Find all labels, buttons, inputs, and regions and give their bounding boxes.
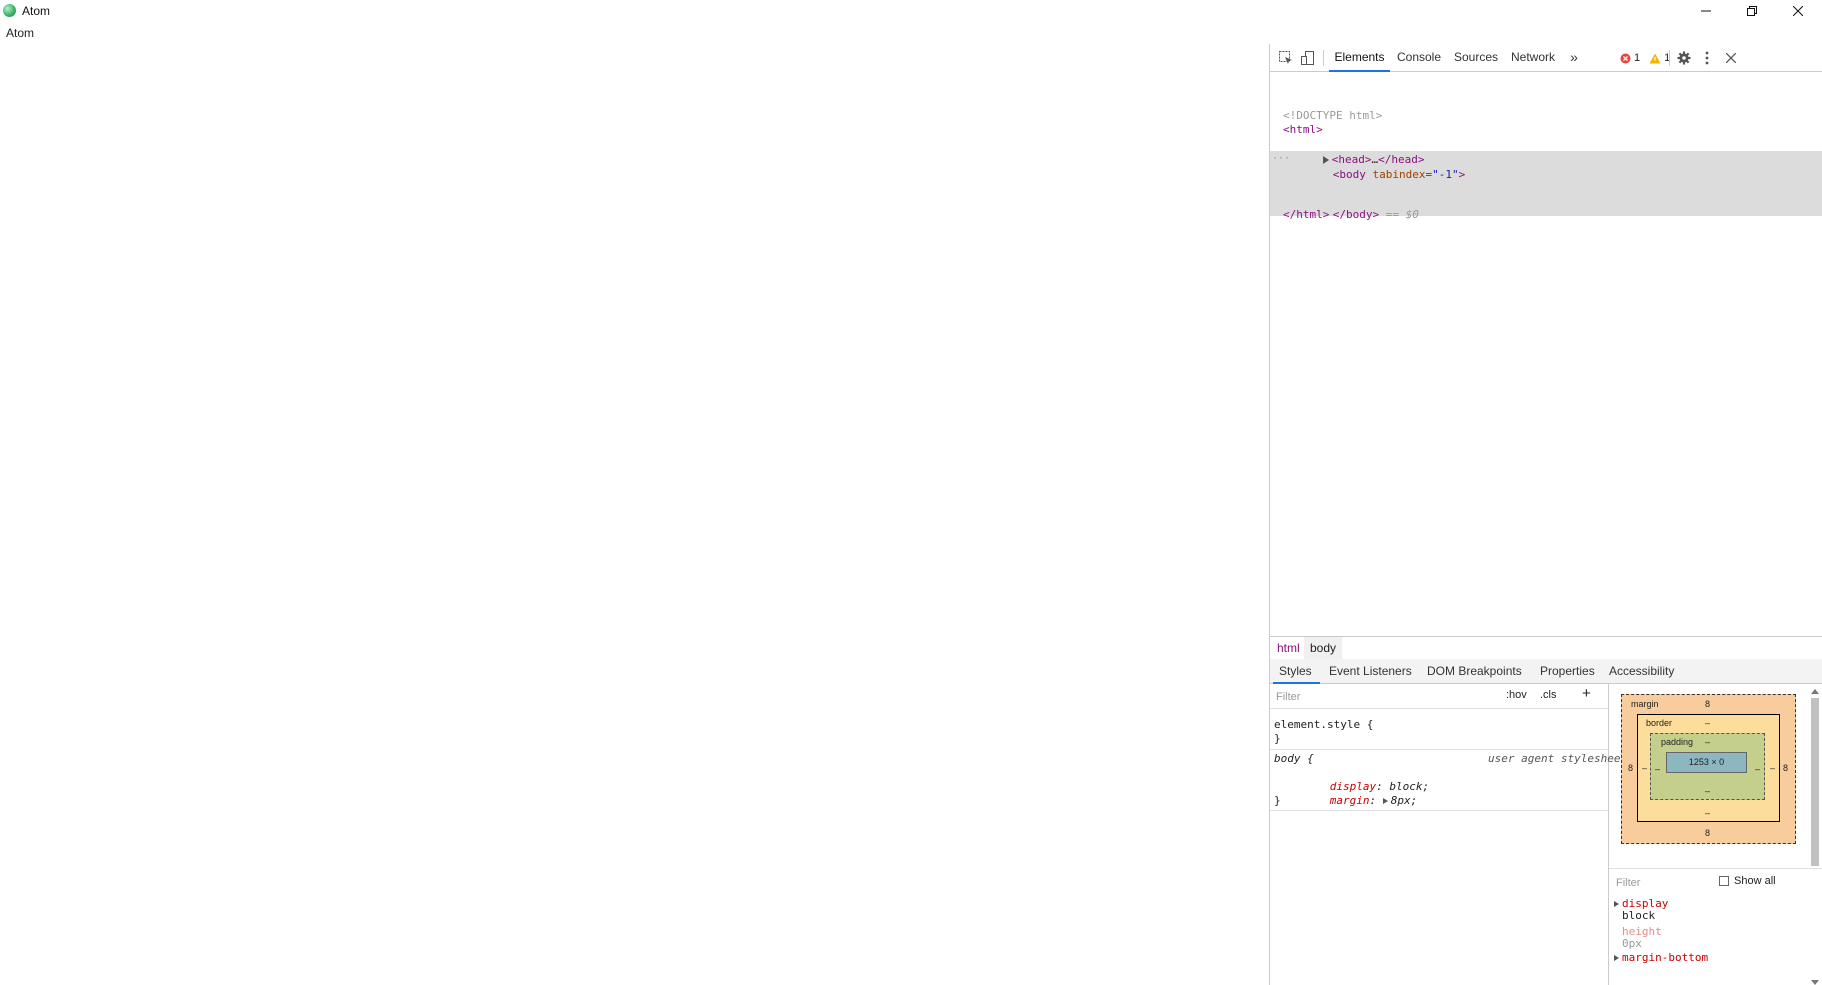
- element-style-selector[interactable]: element.style {: [1274, 718, 1373, 732]
- tab-network[interactable]: Network: [1508, 44, 1558, 71]
- tab-properties[interactable]: Properties: [1540, 659, 1595, 683]
- expand-triangle-icon[interactable]: [1614, 955, 1619, 961]
- box-model-pane: margin 8 8 8 8 border – – – – padding – …: [1609, 684, 1822, 985]
- scroll-up-arrow-icon[interactable]: [1811, 689, 1819, 694]
- show-all-checkbox[interactable]: [1719, 876, 1729, 886]
- computed-value-height: 0px: [1622, 937, 1642, 950]
- computed-filter-input[interactable]: [1614, 874, 1708, 892]
- margin-bottom-value[interactable]: 8: [1705, 828, 1710, 838]
- html-close-tag[interactable]: </html>: [1283, 207, 1329, 222]
- padding-label: padding: [1661, 737, 1694, 747]
- more-tabs-button[interactable]: »: [1564, 44, 1584, 71]
- kebab-menu-icon: [1705, 51, 1709, 65]
- body-rule-selector[interactable]: body {: [1274, 752, 1314, 766]
- close-devtools-button[interactable]: [1722, 49, 1740, 67]
- styles-filter-bar: :hov .cls +: [1270, 684, 1608, 709]
- device-toolbar-button[interactable]: [1299, 49, 1317, 67]
- devtools-toolbar: Elements Console Sources Network » 1 1: [1270, 44, 1822, 72]
- error-icon: [1620, 53, 1631, 63]
- elements-tree: <!DOCTYPE html> <html> <head>…</head> ··…: [1270, 72, 1822, 680]
- atom-app-icon: [3, 4, 16, 17]
- body-open-tag[interactable]: <body tabindex="-1">: [1293, 152, 1465, 181]
- settings-button[interactable]: [1675, 49, 1693, 67]
- tab-event-listeners[interactable]: Event Listeners: [1329, 659, 1412, 683]
- more-options-button[interactable]: [1698, 49, 1716, 67]
- doctype-node[interactable]: <!DOCTYPE html>: [1283, 108, 1382, 123]
- style-prop-margin[interactable]: margin: 8px;: [1290, 780, 1418, 807]
- body-rule-close: }: [1274, 794, 1281, 807]
- box-model-padding: padding – – – – 1253 × 0: [1650, 733, 1765, 800]
- border-top-value[interactable]: –: [1705, 718, 1710, 728]
- breadcrumb: html body: [1270, 636, 1822, 660]
- computed-prop-margin-bottom[interactable]: margin-bottom: [1614, 951, 1708, 964]
- padding-right-value[interactable]: –: [1755, 764, 1760, 774]
- styles-sub-tabs: Styles Event Listeners DOM Breakpoints P…: [1270, 659, 1822, 684]
- tab-sources[interactable]: Sources: [1452, 44, 1500, 71]
- scroll-down-arrow-icon[interactable]: [1811, 980, 1819, 985]
- restore-icon: [1747, 6, 1757, 16]
- tab-styles[interactable]: Styles: [1273, 659, 1320, 684]
- device-icon: [1301, 51, 1314, 65]
- border-label: border: [1646, 718, 1673, 728]
- margin-left-value[interactable]: 8: [1628, 763, 1633, 773]
- restore-button[interactable]: [1729, 0, 1775, 22]
- computed-scrollbar[interactable]: [1810, 689, 1820, 985]
- box-model-margin: margin 8 8 8 8 border – – – – padding – …: [1621, 694, 1796, 844]
- body-close-tag[interactable]: </body> == $0: [1293, 192, 1419, 221]
- close-window-button[interactable]: [1775, 0, 1821, 22]
- add-style-rule-button[interactable]: +: [1582, 685, 1591, 702]
- border-bottom-value[interactable]: –: [1705, 808, 1710, 818]
- style-prop-display[interactable]: display: block;: [1290, 766, 1429, 793]
- rule-source-label: user agent stylesheet: [1488, 752, 1628, 765]
- border-right-value[interactable]: –: [1770, 763, 1775, 773]
- styles-filter-input[interactable]: [1274, 688, 1478, 706]
- issues-counter[interactable]: 1 1: [1620, 51, 1670, 65]
- margin-label: margin: [1631, 699, 1659, 709]
- border-left-value[interactable]: –: [1642, 763, 1647, 773]
- title-bar: Atom: [0, 0, 1822, 22]
- head-node[interactable]: <head>…</head>: [1283, 137, 1424, 166]
- tab-console[interactable]: Console: [1394, 44, 1444, 71]
- inspect-icon: [1279, 51, 1292, 64]
- element-style-close: }: [1274, 732, 1281, 745]
- show-all-label: Show all: [1734, 875, 1776, 887]
- computed-filter-bar: Show all: [1609, 868, 1822, 893]
- scrollbar-thumb[interactable]: [1811, 698, 1819, 866]
- minimize-icon: [1701, 10, 1711, 12]
- devtools-panel: Elements Console Sources Network » 1 1 <…: [1269, 44, 1822, 985]
- box-model-content[interactable]: 1253 × 0: [1666, 752, 1747, 773]
- padding-left-value[interactable]: –: [1655, 764, 1660, 774]
- breadcrumb-body[interactable]: body: [1304, 637, 1343, 659]
- tab-dom-breakpoints[interactable]: DOM Breakpoints: [1427, 659, 1522, 683]
- breadcrumb-html[interactable]: html: [1271, 637, 1306, 659]
- inspect-element-button[interactable]: [1277, 49, 1295, 67]
- html-open-tag[interactable]: <html>: [1283, 122, 1323, 137]
- computed-value-display: block: [1622, 909, 1656, 922]
- cls-button[interactable]: .cls: [1540, 689, 1557, 701]
- close-icon: [1726, 53, 1736, 63]
- minimize-button[interactable]: [1683, 0, 1729, 22]
- expand-triangle-icon[interactable]: [1382, 798, 1388, 804]
- window-title: Atom: [22, 4, 51, 18]
- padding-bottom-value[interactable]: –: [1705, 786, 1710, 796]
- expand-triangle-icon[interactable]: [1614, 901, 1619, 907]
- box-model-border: border – – – – padding – – – – 1253 × 0: [1637, 714, 1780, 822]
- tab-accessibility[interactable]: Accessibility: [1609, 659, 1674, 683]
- tab-elements[interactable]: Elements: [1329, 44, 1390, 72]
- close-icon: [1793, 6, 1803, 16]
- margin-right-value[interactable]: 8: [1783, 763, 1788, 773]
- margin-top-value[interactable]: 8: [1705, 699, 1710, 709]
- node-actions-dots[interactable]: ···: [1272, 151, 1290, 166]
- padding-top-value[interactable]: –: [1705, 737, 1710, 747]
- styles-pane: :hov .cls + element.style { } body { use…: [1270, 684, 1627, 985]
- warning-icon: [1649, 53, 1661, 63]
- page-body-text: Atom: [6, 26, 35, 40]
- error-count: 1: [1634, 52, 1641, 64]
- hov-button[interactable]: :hov: [1506, 689, 1527, 701]
- gear-icon: [1677, 51, 1691, 65]
